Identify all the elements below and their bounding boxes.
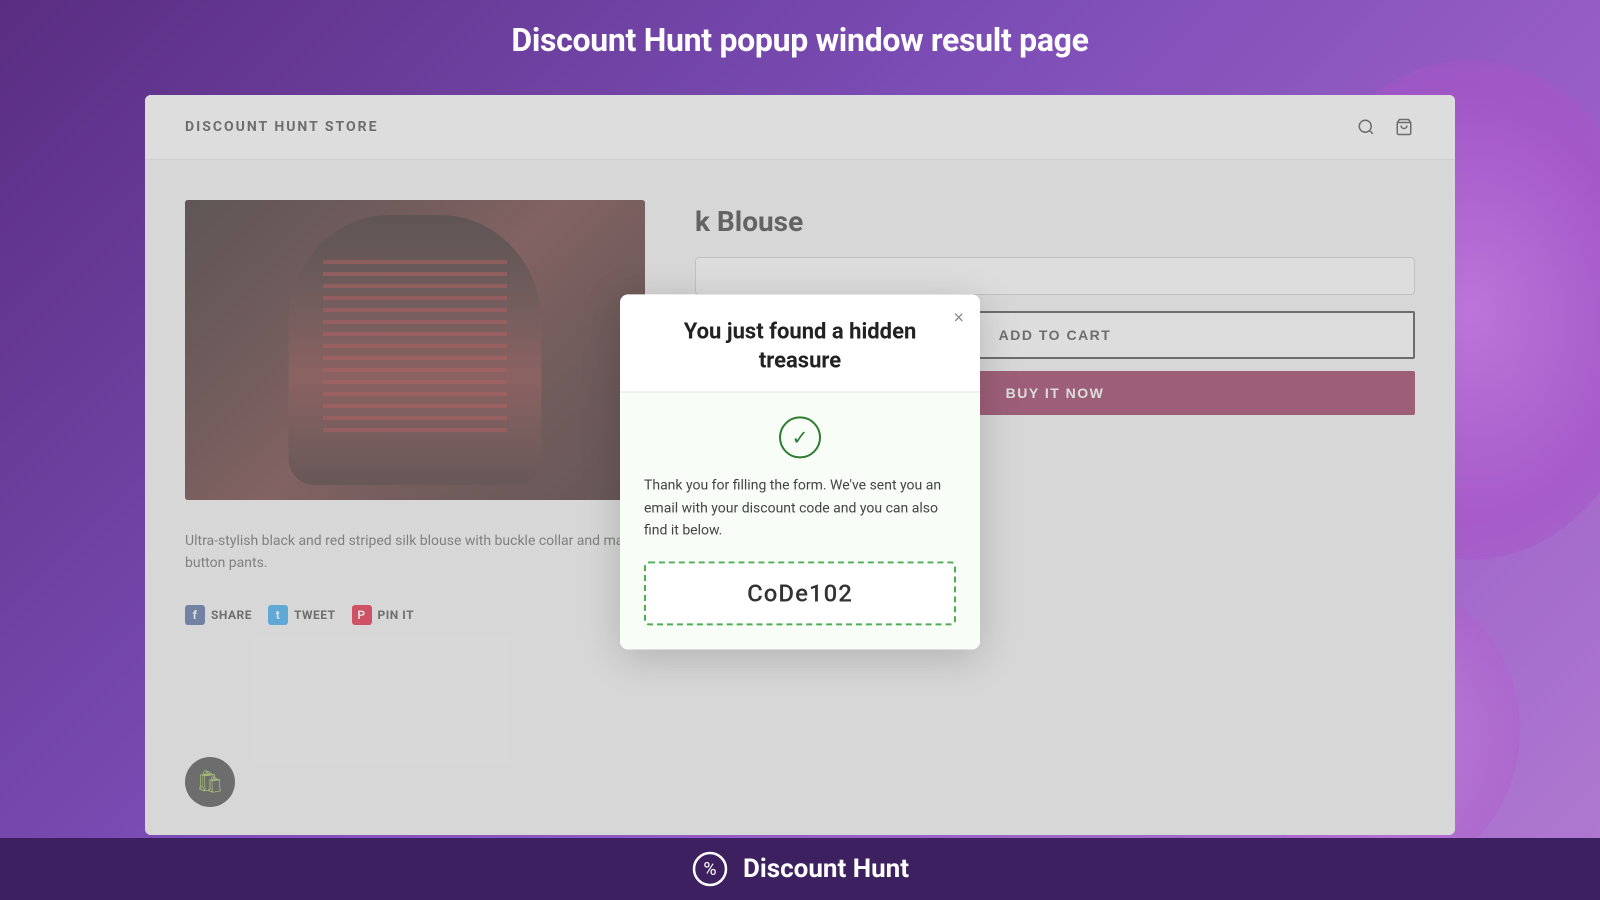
svg-text:%: %: [703, 859, 716, 880]
modal-message: Thank you for filling the form. We've se…: [644, 475, 956, 542]
store-window: DISCOUNT HUNT STORE k Blouse: [145, 95, 1455, 835]
discount-code-box: CoDe102: [644, 562, 956, 626]
page-title-bar: Discount Hunt popup window result page: [0, 0, 1600, 80]
success-icon-container: ✓: [644, 417, 956, 459]
page-title: Discount Hunt popup window result page: [511, 21, 1088, 59]
modal-close-button[interactable]: ×: [953, 308, 964, 326]
modal-title: You just found a hidden treasure: [644, 318, 956, 375]
page-footer: % Discount Hunt: [0, 838, 1600, 900]
footer-logo-icon: %: [691, 850, 729, 888]
discount-code: CoDe102: [747, 580, 853, 608]
checkmark-icon: ✓: [779, 417, 821, 459]
modal-popup: You just found a hidden treasure × ✓ Tha…: [620, 294, 980, 649]
footer-brand-name: Discount Hunt: [743, 854, 909, 884]
modal-header: You just found a hidden treasure ×: [620, 294, 980, 392]
modal-body: ✓ Thank you for filling the form. We've …: [620, 393, 980, 650]
